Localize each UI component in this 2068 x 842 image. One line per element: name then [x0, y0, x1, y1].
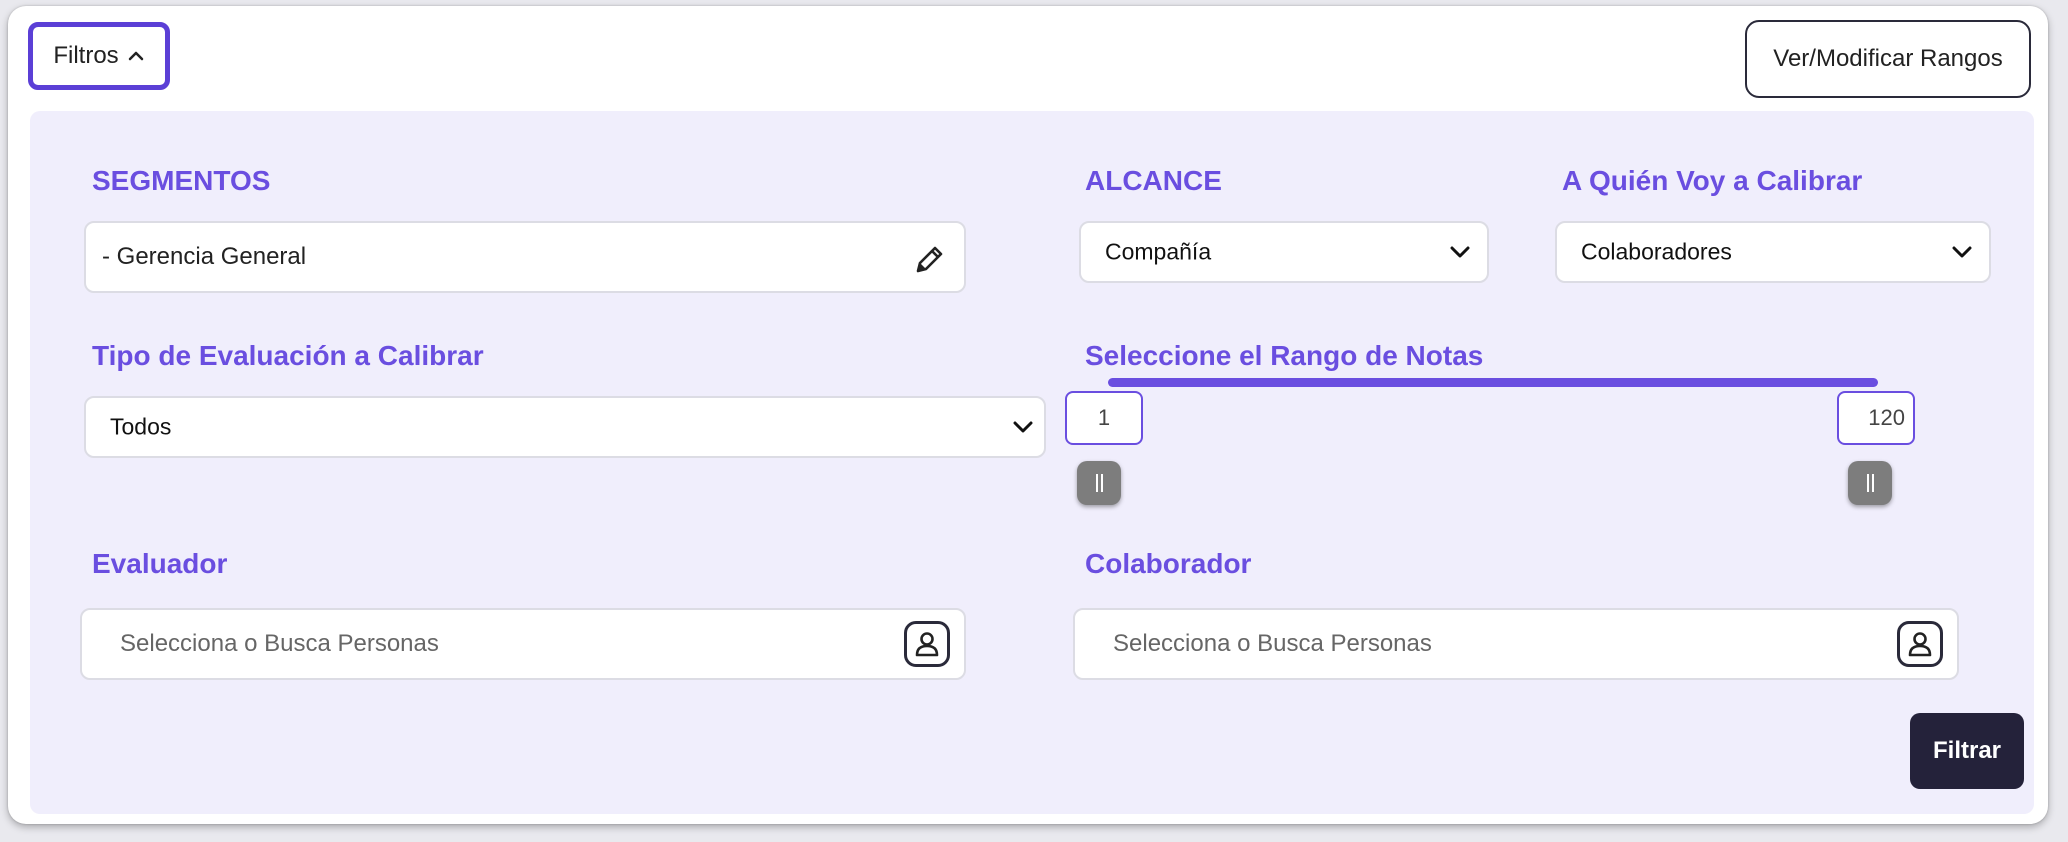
tipo-evaluacion-selected-value: Todos: [110, 413, 172, 440]
filter-button[interactable]: Filtrar: [1910, 713, 2024, 789]
alcance-selected-value: Compañía: [1105, 238, 1212, 265]
evaluador-placeholder: Selecciona o Busca Personas: [120, 630, 439, 657]
chevron-down-icon: [1450, 246, 1470, 258]
chevron-down-icon: [1952, 246, 1972, 258]
colaborador-person-picker-button[interactable]: [1897, 621, 1943, 667]
range-min-input[interactable]: 1: [1065, 391, 1143, 445]
range-max-input[interactable]: 120: [1837, 391, 1915, 445]
filters-toggle-button[interactable]: Filtros: [28, 22, 170, 90]
view-modify-ranges-button[interactable]: Ver/Modificar Rangos: [1745, 20, 2031, 98]
user-icon: [915, 632, 939, 657]
range-slider-track[interactable]: [1108, 378, 1878, 387]
filters-card: Filtros Ver/Modificar Rangos SEGMENTOS -…: [8, 6, 2048, 824]
colaborador-input[interactable]: Selecciona o Busca Personas: [1073, 608, 1959, 680]
segmentos-value: - Gerencia General: [102, 243, 307, 270]
chevron-up-icon: [128, 51, 143, 61]
alcance-select[interactable]: Compañía: [1079, 221, 1489, 283]
view-modify-ranges-label: Ver/Modificar Rangos: [1773, 45, 2003, 72]
pencil-icon[interactable]: [912, 243, 946, 277]
filter-button-label: Filtrar: [1932, 737, 2001, 764]
rango-notas-label: Seleccione el Rango de Notas: [1085, 340, 1484, 371]
segmentos-field[interactable]: - Gerencia General: [84, 221, 966, 293]
colaborador-label: Colaborador: [1085, 548, 1252, 579]
alcance-label: ALCANCE: [1085, 165, 1222, 196]
a-quien-selected-value: Colaboradores: [1581, 238, 1732, 265]
colaborador-placeholder: Selecciona o Busca Personas: [1113, 630, 1432, 657]
user-icon: [1908, 632, 1932, 657]
chevron-down-icon: [1013, 421, 1033, 433]
filters-toggle-label: Filtros: [53, 42, 119, 69]
a-quien-label: A Quién Voy a Calibrar: [1562, 165, 1863, 196]
range-slider-min-handle[interactable]: [1077, 461, 1121, 505]
evaluador-person-picker-button[interactable]: [904, 621, 950, 667]
tipo-evaluacion-select[interactable]: Todos: [84, 396, 1046, 458]
evaluador-input[interactable]: Selecciona o Busca Personas: [80, 608, 966, 680]
range-slider-max-handle[interactable]: [1848, 461, 1892, 505]
a-quien-select[interactable]: Colaboradores: [1555, 221, 1991, 283]
evaluador-label: Evaluador: [92, 548, 228, 579]
segmentos-label: SEGMENTOS: [92, 165, 271, 196]
tipo-evaluacion-label: Tipo de Evaluación a Calibrar: [92, 340, 484, 371]
filters-panel: [30, 111, 2034, 814]
